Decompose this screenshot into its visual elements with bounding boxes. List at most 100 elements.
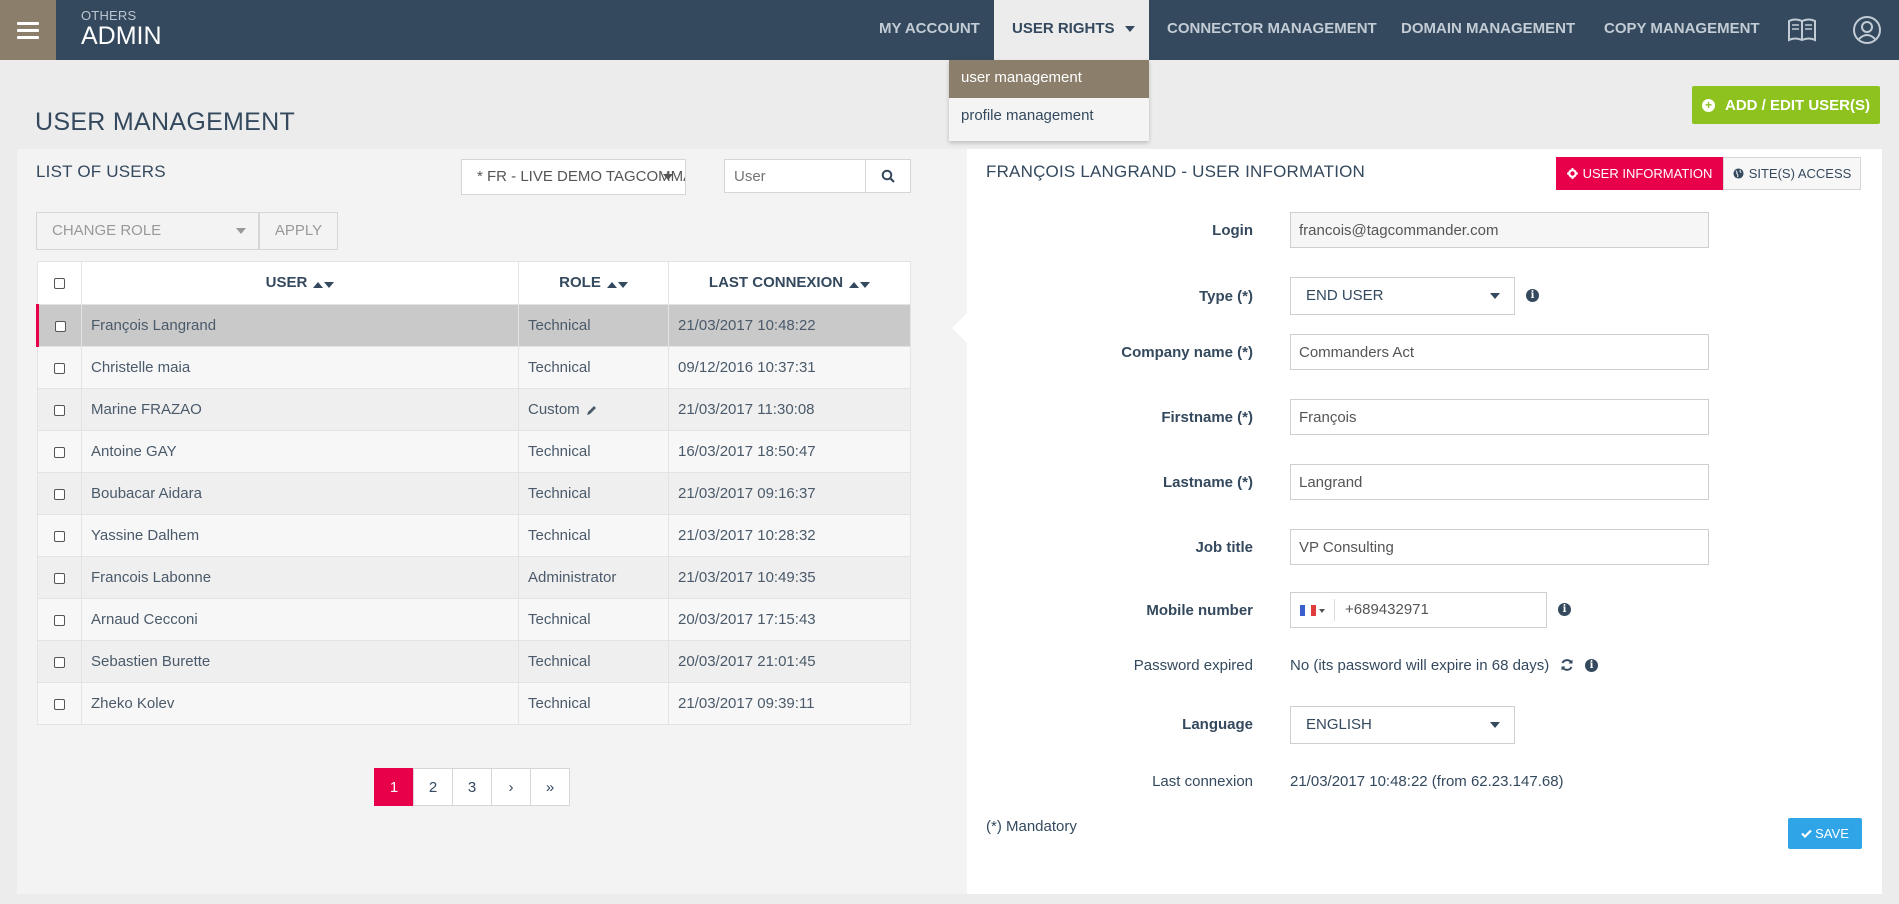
lastname-field[interactable]	[1290, 464, 1709, 500]
menu-item-profile-management[interactable]: profile management	[949, 98, 1149, 136]
row-checkbox[interactable]	[54, 614, 65, 626]
table-row[interactable]: Zheko Kolev Technical 21/03/2017 09:39:1…	[37, 682, 911, 725]
type-select-value: END USER	[1306, 287, 1384, 304]
user-cell: Arnaud Cecconi	[81, 598, 519, 641]
row-checkbox[interactable]	[54, 530, 65, 542]
change-role-select[interactable]: CHANGE ROLE	[36, 212, 259, 250]
table-row[interactable]: Marine FRAZAO Custom 21/03/2017 11:30:08	[37, 388, 911, 431]
pencil-icon[interactable]	[586, 405, 597, 416]
row-checkbox[interactable]	[54, 656, 65, 668]
type-label: Type (*)	[1199, 288, 1253, 305]
menu-button[interactable]	[0, 0, 56, 60]
login-label: Login	[1212, 222, 1253, 239]
table-row[interactable]: Arnaud Cecconi Technical 20/03/2017 17:1…	[37, 598, 911, 641]
nav-copy-management[interactable]: COPY MANAGEMENT	[1604, 0, 1760, 60]
chevron-down-icon	[1319, 609, 1325, 613]
lastname-label: Lastname (*)	[1162, 474, 1253, 491]
table-row[interactable]: Yassine Dalhem Technical 21/03/2017 10:2…	[37, 514, 911, 557]
user-cell: Antoine GAY	[81, 430, 519, 473]
nav-domain-management[interactable]: DOMAIN MANAGEMENT	[1401, 0, 1575, 60]
job-title-field[interactable]	[1290, 529, 1709, 565]
last-connexion-cell: 21/03/2017 09:39:11	[668, 682, 911, 725]
last-connexion-cell: 21/03/2017 10:48:22	[668, 304, 911, 347]
password-expired-value: No (its password will expire in 68 days)	[1290, 657, 1550, 674]
select-all-checkbox[interactable]	[54, 278, 65, 290]
table-row[interactable]: Boubacar Aidara Technical 21/03/2017 09:…	[37, 472, 911, 515]
save-button[interactable]: SAVE	[1788, 818, 1862, 849]
site-select[interactable]: * FR - LIVE DEMO TAGCOMMANDER	[461, 159, 686, 195]
col-role-header[interactable]: ROLE	[518, 261, 669, 305]
col-role-label: ROLE	[559, 274, 601, 292]
page-2-button[interactable]: 2	[413, 768, 453, 806]
last-connexion-cell: 21/03/2017 09:16:37	[668, 472, 911, 515]
login-field[interactable]	[1290, 212, 1709, 248]
row-checkbox[interactable]	[54, 320, 66, 332]
add-edit-users-button[interactable]: + ADD / EDIT USER(S)	[1692, 86, 1880, 124]
last-connexion-label: Last connexion	[1152, 773, 1253, 790]
menu-item-user-management[interactable]: user management	[949, 60, 1149, 98]
refresh-icon[interactable]	[1560, 658, 1574, 672]
tab-site-access[interactable]: SITE(S) ACCESS	[1723, 157, 1861, 190]
sort-icon	[606, 275, 628, 292]
info-icon[interactable]: i	[1585, 659, 1598, 672]
select-all-cell	[37, 261, 82, 305]
row-checkbox[interactable]	[54, 404, 65, 416]
table-row[interactable]: François Langrand Technical 21/03/2017 1…	[36, 304, 911, 347]
company-name-field[interactable]	[1290, 334, 1709, 370]
last-connexion-cell: 21/03/2017 11:30:08	[668, 388, 911, 431]
table-row[interactable]: Christelle maia Technical 09/12/2016 10:…	[37, 346, 911, 389]
row-checkbox[interactable]	[54, 698, 65, 710]
type-select[interactable]: END USER	[1290, 277, 1515, 315]
divider	[1334, 599, 1335, 621]
mandatory-note: (*) Mandatory	[986, 818, 1077, 835]
row-checkbox[interactable]	[54, 362, 65, 374]
last-connexion-cell: 20/03/2017 17:15:43	[668, 598, 911, 641]
chevron-down-icon	[1490, 722, 1500, 728]
flag-fr-icon[interactable]	[1300, 605, 1316, 616]
language-select[interactable]: ENGLISH	[1290, 706, 1515, 744]
company-label: Company name (*)	[1121, 344, 1253, 361]
book-icon[interactable]	[1786, 14, 1818, 46]
globe-icon	[1733, 168, 1744, 179]
nav-user-rights[interactable]: USER RIGHTS	[994, 0, 1149, 60]
role-cell: Technical	[518, 304, 669, 347]
next-page-button[interactable]: ›	[491, 768, 531, 806]
row-checkbox[interactable]	[54, 488, 65, 500]
table-row[interactable]: Antoine GAY Technical 16/03/2017 18:50:4…	[37, 430, 911, 473]
nav-my-account[interactable]: MY ACCOUNT	[879, 0, 980, 60]
table-row[interactable]: Sebastien Burette Technical 20/03/2017 2…	[37, 640, 911, 683]
col-user-header[interactable]: USER	[81, 261, 519, 305]
chevron-down-icon	[663, 174, 673, 180]
change-role-placeholder: CHANGE ROLE	[52, 222, 162, 239]
table-row[interactable]: Francois Labonne Administrator 21/03/201…	[37, 556, 911, 599]
row-checkbox[interactable]	[54, 446, 65, 458]
row-checkbox[interactable]	[54, 572, 65, 584]
gear-icon	[1566, 168, 1578, 179]
last-connexion-cell: 21/03/2017 10:28:32	[668, 514, 911, 557]
page-1-button[interactable]: 1	[374, 768, 414, 806]
user-circle-icon[interactable]	[1851, 14, 1883, 46]
tab-user-information[interactable]: USER INFORMATION	[1556, 157, 1723, 190]
apply-button[interactable]: APPLY	[259, 212, 338, 250]
last-connexion-cell: 20/03/2017 21:01:45	[668, 640, 911, 683]
user-cell: François Langrand	[81, 304, 519, 347]
user-search-input[interactable]	[725, 160, 866, 192]
info-icon[interactable]: i	[1526, 289, 1539, 302]
row-checkbox-cell	[37, 640, 82, 683]
last-page-button[interactable]: »	[530, 768, 570, 806]
detail-title: FRANÇOIS LANGRAND - USER INFORMATION	[986, 162, 1366, 181]
nav-connector-management[interactable]: CONNECTOR MANAGEMENT	[1167, 0, 1377, 60]
user-cell: Sebastien Burette	[81, 640, 519, 683]
info-icon[interactable]: i	[1558, 603, 1571, 616]
firstname-field[interactable]	[1290, 399, 1709, 435]
mobile-number-field[interactable]: +689432971	[1290, 592, 1547, 628]
language-label: Language	[1182, 716, 1253, 733]
page-3-button[interactable]: 3	[452, 768, 492, 806]
row-checkbox-cell	[37, 514, 82, 557]
mobile-label: Mobile number	[1146, 602, 1253, 619]
row-checkbox-cell	[37, 430, 82, 473]
sort-icon	[849, 275, 871, 292]
col-last-header[interactable]: LAST CONNEXION	[668, 261, 911, 305]
search-button[interactable]	[865, 160, 910, 192]
add-edit-users-label: ADD / EDIT USER(S)	[1724, 96, 1870, 114]
